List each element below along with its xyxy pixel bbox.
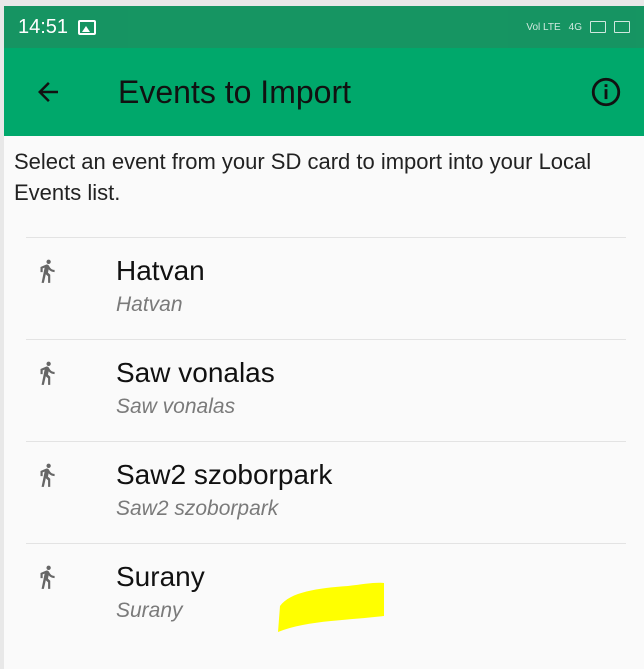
event-subtitle: Saw2 szoborpark xyxy=(116,497,279,520)
event-title: Hatvan xyxy=(116,255,205,286)
runner-icon xyxy=(40,259,55,283)
status-time: 14:51 xyxy=(18,15,69,38)
event-subtitle: Hatvan xyxy=(116,293,183,316)
status-left: 14:51 xyxy=(18,15,97,39)
status-bar: 14:51 Vol LTE 4G xyxy=(4,6,644,48)
app-screen: 14:51 Vol LTE 4G Events to Import Select… xyxy=(4,6,644,669)
runner-icon xyxy=(40,463,55,487)
battery-icon xyxy=(614,21,630,33)
page-title: Events to Import xyxy=(118,74,351,110)
network-label: 4G xyxy=(568,21,582,33)
back-button[interactable] xyxy=(28,72,68,112)
app-bar: Events to Import xyxy=(4,48,644,136)
event-subtitle: Surany xyxy=(116,599,183,622)
arrow-left-icon xyxy=(38,82,58,102)
description-text: Select an event from your SD card to imp… xyxy=(14,149,592,205)
volte-label: Vol LTE xyxy=(526,21,561,33)
info-button[interactable] xyxy=(586,72,626,112)
status-right: Vol LTE 4G xyxy=(526,21,630,33)
image-icon xyxy=(78,19,97,35)
event-item[interactable]: Hatvan Hatvan xyxy=(26,237,626,339)
event-title: Saw vonalas xyxy=(116,357,275,388)
yellow-highlight-mark xyxy=(278,582,384,632)
event-subtitle: Saw vonalas xyxy=(116,395,236,418)
event-title: Surany xyxy=(116,561,205,592)
runner-icon xyxy=(40,565,55,589)
runner-icon xyxy=(40,361,55,385)
event-title: Saw2 szoborpark xyxy=(116,459,333,490)
event-item[interactable]: Saw2 szoborpark Saw2 szoborpark xyxy=(26,441,626,543)
event-item[interactable]: Saw vonalas Saw vonalas xyxy=(26,339,626,441)
info-circle-icon xyxy=(591,77,621,107)
signal-icon xyxy=(590,21,606,33)
